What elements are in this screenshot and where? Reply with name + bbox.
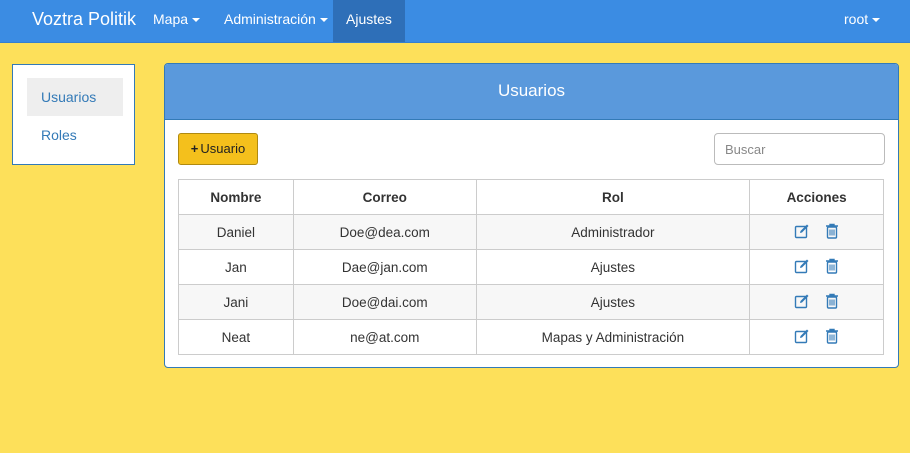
- table-row: Neat ne@at.com Mapas y Administración: [178, 319, 884, 355]
- trash-icon[interactable]: [825, 258, 839, 277]
- cell-rol: Mapas y Administración: [475, 319, 751, 355]
- cell-correo: Doe@dea.com: [292, 214, 477, 250]
- nav-mapa-dropdown[interactable]: Mapa: [140, 0, 213, 42]
- caret-down-icon: [192, 18, 201, 23]
- user-menu-label: root: [844, 11, 869, 27]
- column-header-rol[interactable]: Rol: [475, 179, 751, 215]
- users-panel: Usuarios +Usuario Nombre Correo Rol Acci…: [164, 63, 899, 368]
- table-header-row: Nombre Correo Rol Acciones: [178, 179, 884, 215]
- sidebar-item-usuarios[interactable]: Usuarios: [27, 78, 123, 116]
- trash-icon[interactable]: [825, 223, 839, 242]
- panel-title: Usuarios: [165, 64, 898, 120]
- nav-ajustes[interactable]: Ajustes: [333, 0, 405, 42]
- trash-icon[interactable]: [825, 328, 839, 347]
- users-table: Nombre Correo Rol Acciones Daniel Doe@de…: [178, 179, 884, 355]
- nav-administracion-dropdown[interactable]: Administración: [211, 0, 341, 42]
- column-header-nombre[interactable]: Nombre: [178, 179, 294, 215]
- cell-nombre: Daniel: [178, 214, 294, 250]
- top-navbar: Voztra Politik Mapa Administración Ajust…: [0, 0, 910, 43]
- caret-down-icon: [319, 18, 328, 23]
- add-user-label: Usuario: [200, 141, 246, 156]
- table-row: Jan Dae@jan.com Ajustes: [178, 249, 884, 285]
- cell-acciones: [749, 284, 884, 320]
- column-header-acciones: Acciones: [749, 179, 884, 215]
- cell-nombre: Neat: [178, 319, 294, 355]
- cell-correo: Doe@dai.com: [292, 284, 477, 320]
- column-header-correo[interactable]: Correo: [292, 179, 477, 215]
- cell-nombre: Jani: [178, 284, 294, 320]
- nav-mapa-label: Mapa: [153, 11, 189, 27]
- nav-ajustes-label: Ajustes: [346, 11, 392, 27]
- edit-icon[interactable]: [794, 258, 810, 277]
- cell-rol: Ajustes: [475, 249, 751, 285]
- table-row: Jani Doe@dai.com Ajustes: [178, 284, 884, 320]
- edit-icon[interactable]: [794, 293, 810, 312]
- cell-acciones: [749, 249, 884, 285]
- cell-nombre: Jan: [178, 249, 294, 285]
- trash-icon[interactable]: [825, 293, 839, 312]
- cell-acciones: [749, 214, 884, 250]
- add-user-button[interactable]: + Usuario: [178, 133, 258, 165]
- plus-icon: +: [190, 141, 199, 156]
- nav-administracion-label: Administración: [224, 11, 316, 27]
- brand-logo[interactable]: Voztra Politik: [32, 0, 136, 42]
- settings-sidebar: Usuarios Roles: [12, 64, 135, 165]
- cell-rol: Ajustes: [475, 284, 751, 320]
- caret-down-icon: [872, 18, 881, 23]
- sidebar-item-roles[interactable]: Roles: [27, 116, 123, 154]
- edit-icon[interactable]: [794, 328, 810, 347]
- cell-acciones: [749, 319, 884, 355]
- search-input[interactable]: [714, 133, 885, 165]
- user-menu-dropdown[interactable]: root: [831, 0, 893, 42]
- cell-correo: ne@at.com: [292, 319, 477, 355]
- cell-correo: Dae@jan.com: [292, 249, 477, 285]
- table-row: Daniel Doe@dea.com Administrador: [178, 214, 884, 250]
- edit-icon[interactable]: [794, 223, 810, 242]
- cell-rol: Administrador: [475, 214, 751, 250]
